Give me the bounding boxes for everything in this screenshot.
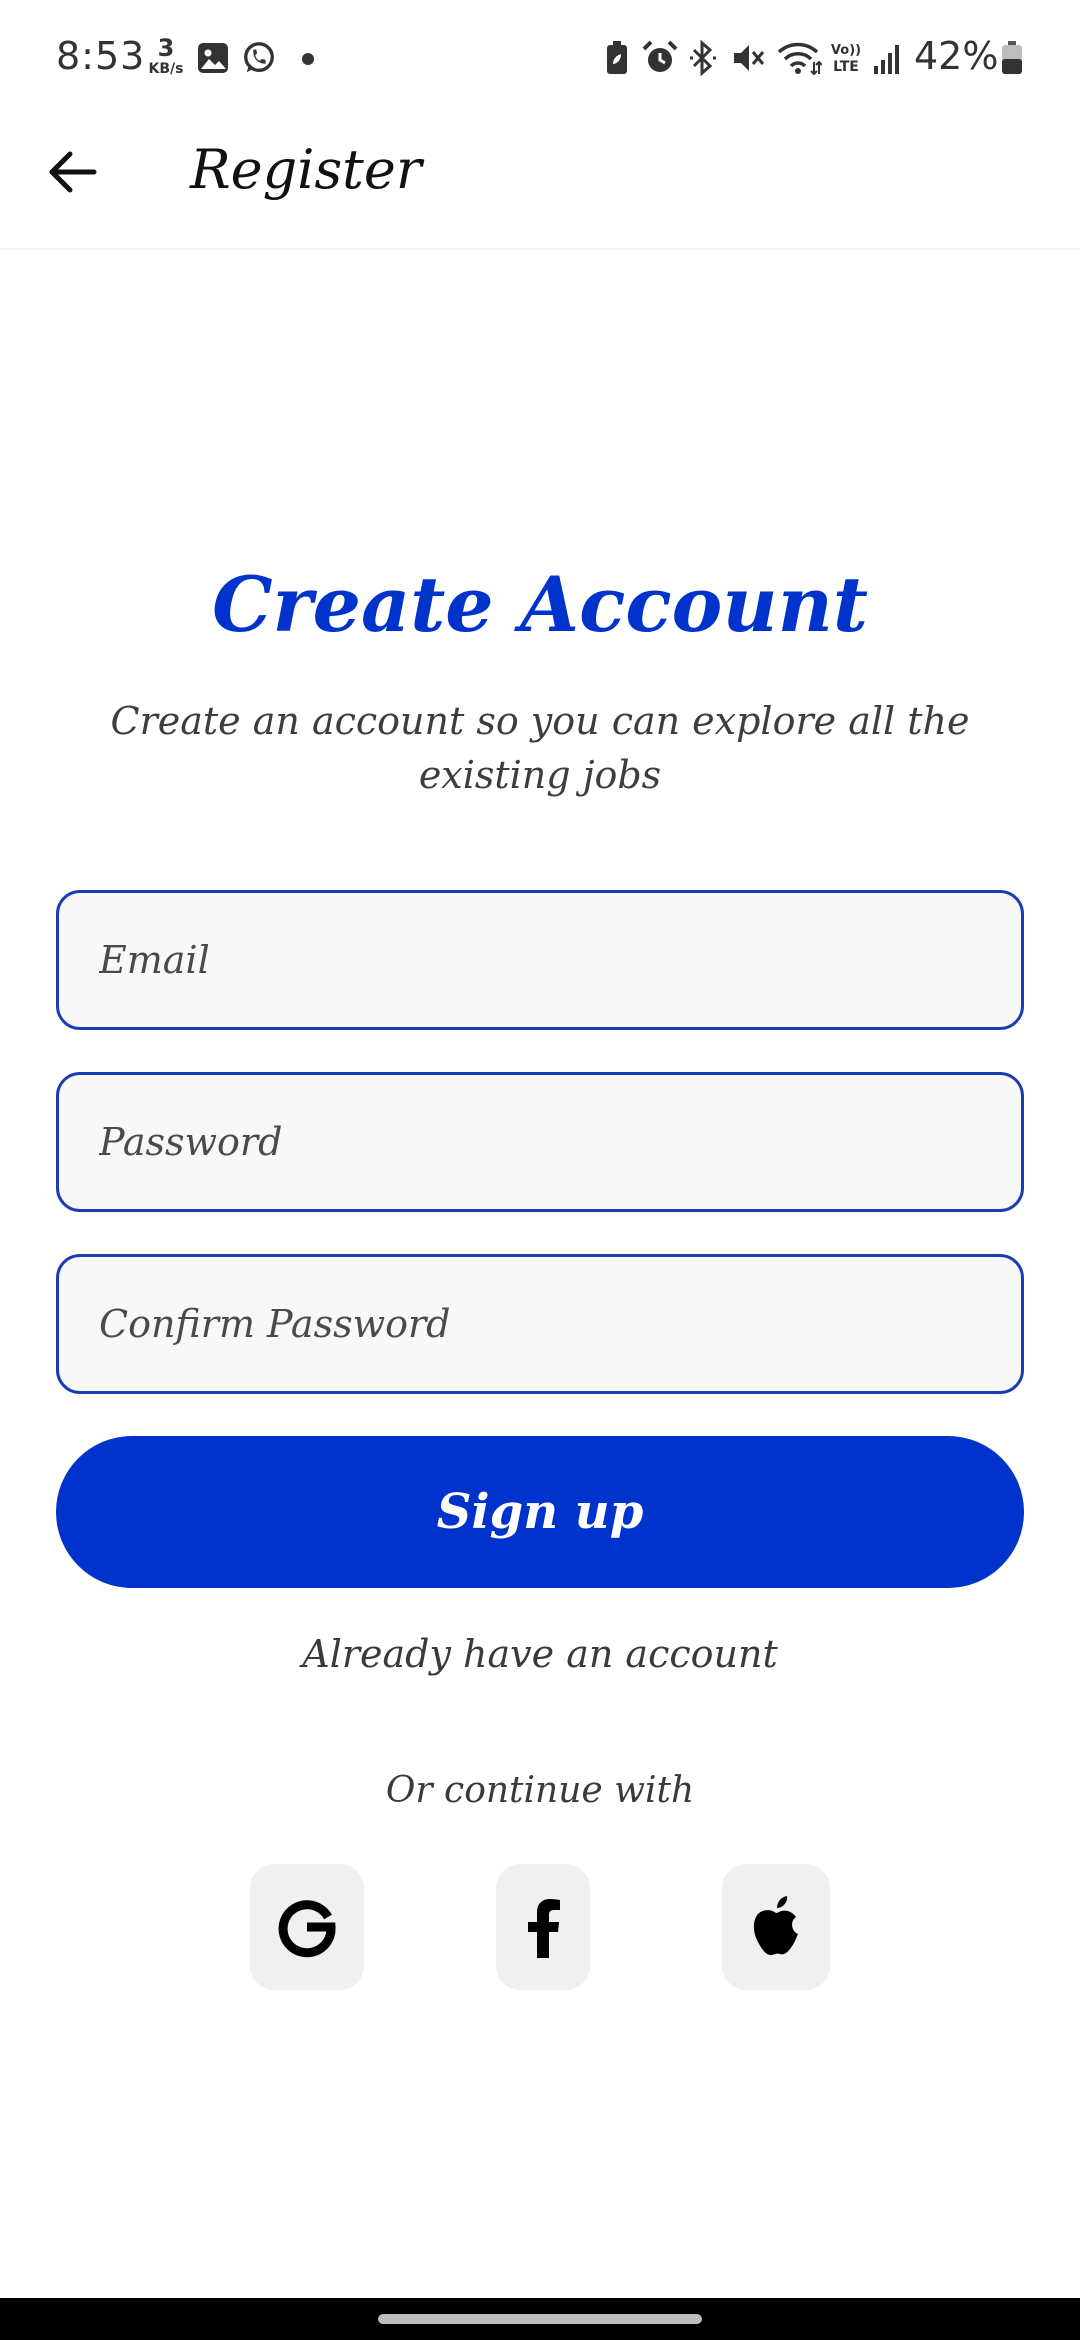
email-field-wrapper (56, 890, 1024, 1030)
svg-text:LTE: LTE (833, 59, 859, 75)
subtitle: Create an account so you can explore all… (110, 699, 970, 797)
system-nav-bar (0, 2298, 1080, 2340)
login-link[interactable]: Already have an account (0, 1632, 1080, 1676)
battery-icon (1002, 41, 1022, 74)
page-title: Register (190, 138, 422, 201)
battery-saver-icon (607, 41, 627, 74)
apple-login-button[interactable] (722, 1864, 830, 1990)
signal-icon (874, 45, 899, 74)
password-field-wrapper (56, 1072, 1024, 1212)
status-time: 8:53 (56, 34, 146, 78)
back-button[interactable] (42, 140, 106, 204)
network-speed-value: 3 (157, 34, 175, 62)
network-speed: 3 KB/s (146, 36, 186, 76)
confirm-password-field[interactable] (59, 1257, 1021, 1391)
facebook-login-button[interactable] (496, 1864, 590, 1990)
google-login-button[interactable] (250, 1864, 364, 1990)
headline: Create Account (212, 560, 868, 649)
app-bar: Register (0, 118, 1080, 250)
volte-icon: Vo)) LTE (831, 43, 861, 75)
facebook-icon (528, 1899, 560, 1958)
dot-icon (302, 53, 314, 65)
network-speed-unit: KB/s (148, 61, 184, 77)
home-gesture-handle[interactable] (378, 2314, 702, 2324)
whatsapp-icon (244, 42, 274, 73)
battery-percent: 42% (914, 34, 999, 78)
password-field[interactable] (59, 1075, 1021, 1209)
arrow-left-icon (49, 151, 97, 193)
svg-text:Vo)): Vo)) (831, 43, 861, 58)
confirm-password-field-wrapper (56, 1254, 1024, 1394)
wifi-icon (777, 42, 822, 76)
email-field[interactable] (59, 893, 1021, 1027)
signup-button[interactable]: Sign up (56, 1436, 1024, 1588)
or-continue-label: Or continue with (385, 1770, 695, 1811)
mute-icon (734, 45, 765, 71)
gallery-icon (198, 43, 228, 73)
apple-icon (753, 1896, 798, 1956)
status-bar: 8:53 3 KB/s Vo)) LTE 42% (0, 0, 1080, 118)
google-icon (278, 1900, 336, 1958)
bluetooth-icon (690, 40, 716, 76)
alarm-icon (642, 40, 678, 72)
